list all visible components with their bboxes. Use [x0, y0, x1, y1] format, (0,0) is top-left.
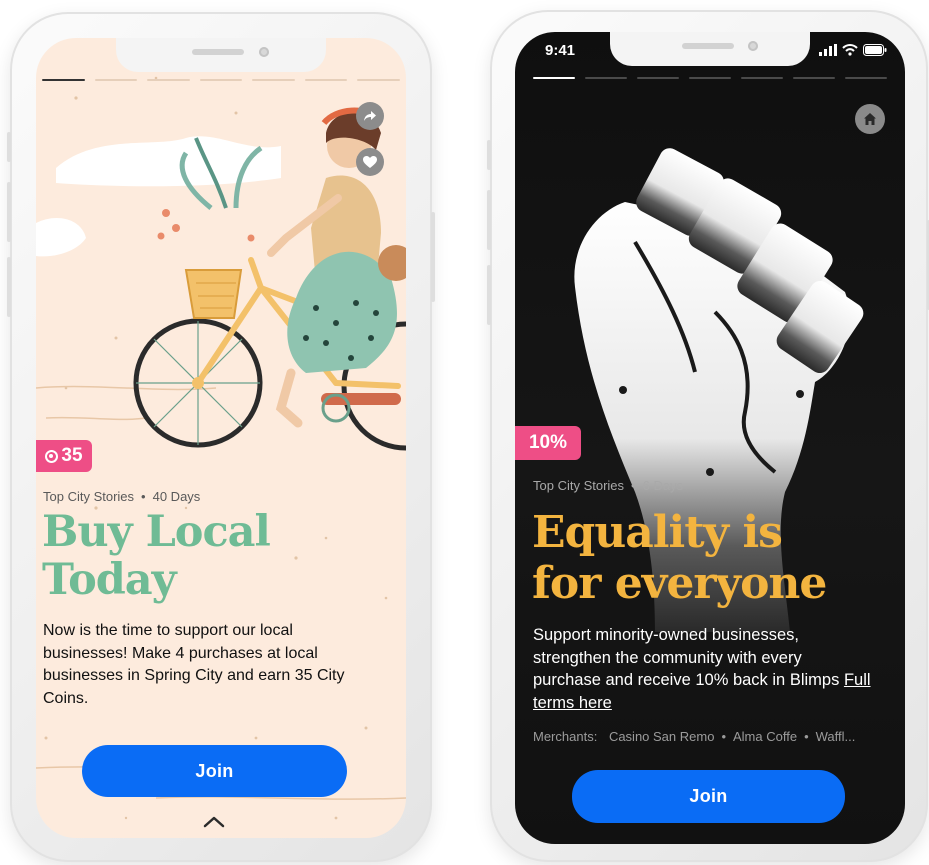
- story-screen-left: 35 Top City Stories • 40 Days Buy Local To…: [36, 38, 406, 838]
- story-progress-bar: [533, 77, 887, 79]
- story-description-text: Support minority-owned businesses, stren…: [533, 626, 840, 689]
- story-headline: Equality is for everyone: [532, 507, 827, 609]
- merchants-row: Merchants: Casino San Remo • Alma Coffe • Wa…: [533, 729, 856, 744]
- join-button[interactable]: Join: [572, 770, 845, 823]
- reward-badge: 35: [36, 440, 92, 472]
- merchant-item[interactable]: Waffl...: [816, 729, 856, 744]
- phone-frame-right: 9:41 10% Top City Stories • 6 Days Equal…: [487, 10, 929, 862]
- story-duration: 40 Days: [152, 489, 201, 504]
- headline-line-1: Equality is: [532, 507, 783, 558]
- phone-frame-left: 35 Top City Stories • 40 Days Buy Local To…: [7, 12, 435, 862]
- story-description: Now is the time to support our local bus…: [43, 622, 345, 707]
- wifi-icon: [842, 44, 858, 56]
- join-button[interactable]: Join: [82, 745, 347, 797]
- headline-line-2: Today: [42, 555, 177, 605]
- story-meta: Top City Stories • 40 Days: [43, 489, 201, 504]
- headline-line-2: for everyone: [532, 558, 827, 609]
- story-headline: Buy Local Today: [42, 507, 271, 605]
- story-source: Top City Stories: [533, 478, 625, 493]
- story-duration: 6 Days: [642, 478, 684, 493]
- headline-line-1: Buy Local: [42, 507, 271, 557]
- coin-icon: [45, 449, 59, 463]
- phone-notch: [116, 38, 326, 72]
- story-progress-bar: [42, 79, 401, 81]
- cashback-badge: 10%: [515, 426, 581, 460]
- merchant-item[interactable]: Casino San Remo: [609, 729, 715, 744]
- home-icon[interactable]: [855, 104, 885, 134]
- merchants-label: Merchants:: [533, 729, 598, 744]
- heart-icon[interactable]: [356, 148, 384, 176]
- story-source: Top City Stories: [43, 489, 135, 504]
- signal-icon: [819, 44, 837, 56]
- cyclist-illustration: [36, 66, 406, 820]
- status-icons: [819, 44, 887, 56]
- reward-amount: 35: [61, 445, 83, 466]
- story-screen-right: 9:41 10% Top City Stories • 6 Days Equal…: [515, 32, 905, 844]
- phone-notch: [610, 32, 810, 66]
- chevron-up-icon[interactable]: [202, 814, 226, 830]
- status-time: 9:41: [545, 42, 576, 59]
- share-icon[interactable]: [356, 102, 384, 130]
- story-meta: Top City Stories • 6 Days: [533, 478, 684, 493]
- battery-icon: [863, 44, 887, 56]
- merchant-item[interactable]: Alma Coffe: [733, 729, 797, 744]
- story-description: Support minority-owned businesses, stren…: [533, 624, 873, 714]
